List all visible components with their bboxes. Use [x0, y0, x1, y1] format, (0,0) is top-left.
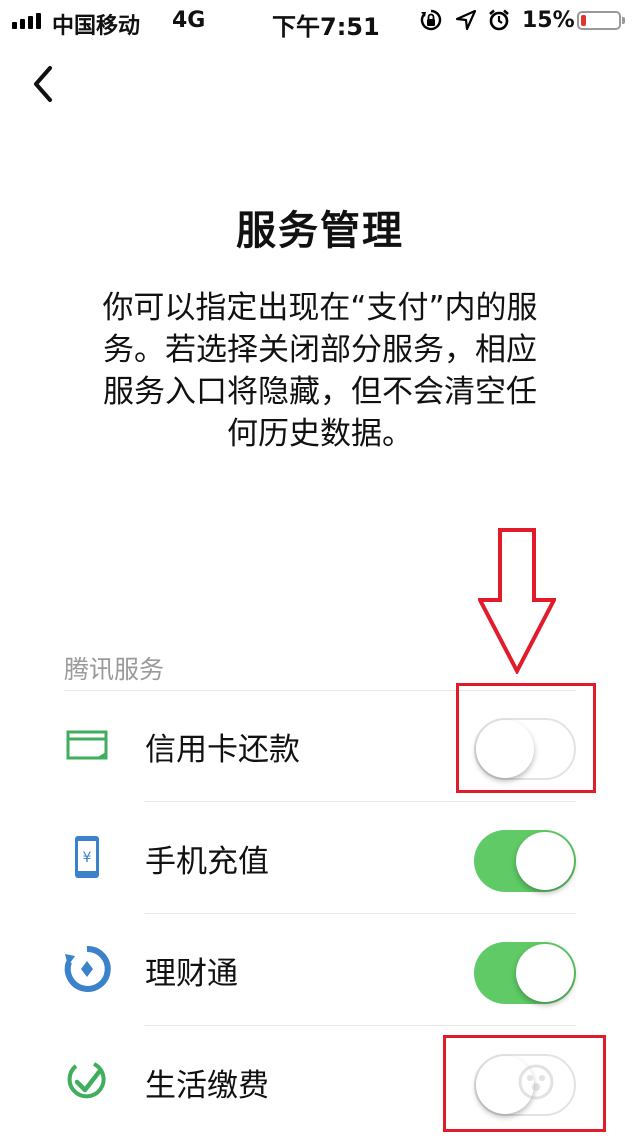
rotation-lock-icon [420, 9, 442, 31]
page-title: 服务管理 [236, 208, 404, 254]
carrier-name: 中国移动 [52, 14, 141, 39]
page-description: 你可以指定出现在“支付”内的服 务。若选择关闭部分服务，相应 服务入口将隐藏，但… [68, 287, 572, 455]
svg-text:¥: ¥ [83, 850, 92, 866]
service-row-phone-topup: ¥ 手机充值 [0, 802, 640, 914]
section-label: 腾讯服务 [64, 655, 165, 684]
service-label: 理财通 [145, 956, 238, 992]
chevron-left-icon[interactable] [26, 62, 66, 106]
toggle-licaitong[interactable] [474, 942, 576, 1004]
credit-card-icon [66, 730, 108, 760]
battery-percent: 15% [522, 8, 575, 33]
battery-level-fill [581, 15, 586, 26]
service-label: 生活缴费 [145, 1068, 269, 1104]
annotation-box [456, 683, 596, 793]
toggle-knob [516, 832, 574, 890]
toggle-phone-topup[interactable] [474, 830, 576, 892]
service-label: 手机充值 [145, 844, 269, 880]
status-time: 下午7:51 [272, 13, 380, 41]
description-line: 服务入口将隐藏，但不会清空任 [103, 374, 537, 410]
network-type: 4G [172, 8, 206, 33]
baidu-paw-watermark-icon [518, 1064, 554, 1100]
description-line: 务。若选择关闭部分服务，相应 [103, 332, 537, 368]
licaitong-icon [64, 945, 111, 992]
phone-topup-icon: ¥ [75, 836, 99, 878]
utility-payment-icon [67, 1062, 106, 1099]
annotation-arrow [478, 528, 556, 674]
toggle-knob [516, 944, 574, 1002]
description-line: 何历史数据。 [227, 416, 413, 452]
service-label: 信用卡还款 [145, 732, 300, 768]
location-arrow-icon [455, 9, 477, 31]
alarm-clock-icon [489, 9, 509, 31]
battery-icon [577, 11, 625, 30]
signal-bars-icon [12, 13, 41, 29]
status-bar: 中国移动 4G 下午7:51 15% [0, 0, 640, 41]
description-line: 你可以指定出现在“支付”内的服 [102, 290, 538, 326]
service-row-licaitong: 理财通 [0, 914, 640, 1026]
